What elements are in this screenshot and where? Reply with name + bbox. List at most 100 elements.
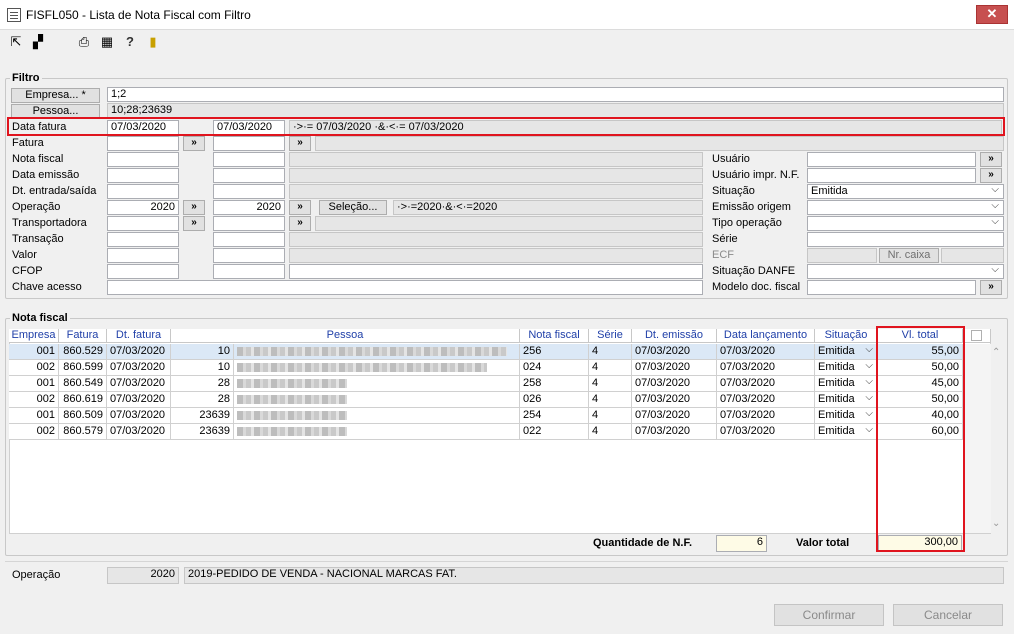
tipo-operacao-select[interactable]: [807, 216, 1004, 231]
cell-nota-fiscal[interactable]: 022: [520, 424, 589, 440]
scroll-down-arrow-icon[interactable]: ⌄: [992, 518, 1000, 529]
cell-dt-fatura[interactable]: 07/03/2020: [107, 344, 171, 360]
col-header-empresa[interactable]: Empresa: [9, 329, 59, 343]
cell-serie[interactable]: 4: [589, 360, 632, 376]
exit-icon[interactable]: ▮: [145, 34, 161, 50]
cell-data-lancamento[interactable]: 07/03/2020: [717, 344, 815, 360]
close-button[interactable]: ✕: [976, 5, 1008, 24]
col-header-select[interactable]: [963, 329, 991, 343]
transacao-to-input[interactable]: [213, 232, 285, 247]
cell-pessoa-code[interactable]: 23639: [171, 424, 234, 440]
table-row[interactable]: 001 860.549 07/03/2020 28 258 4 07/03/20…: [9, 376, 963, 392]
col-header-serie[interactable]: Série: [589, 329, 632, 343]
help-icon[interactable]: ?: [122, 34, 138, 50]
cell-data-lancamento[interactable]: 07/03/2020: [717, 360, 815, 376]
cell-serie[interactable]: 4: [589, 392, 632, 408]
table-row[interactable]: 001 860.509 07/03/2020 23639 254 4 07/03…: [9, 408, 963, 424]
cell-serie[interactable]: 4: [589, 408, 632, 424]
col-header-situacao[interactable]: Situação: [815, 329, 878, 343]
transportadora-from-input[interactable]: [107, 216, 179, 231]
emissao-origem-select[interactable]: [807, 200, 1004, 215]
cell-data-lancamento[interactable]: 07/03/2020: [717, 392, 815, 408]
cfop-to-input[interactable]: [213, 264, 285, 279]
table-row[interactable]: 001 860.529 07/03/2020 10 256 4 07/03/20…: [9, 344, 963, 360]
cell-dt-fatura[interactable]: 07/03/2020: [107, 376, 171, 392]
cell-fatura[interactable]: 860.599: [59, 360, 107, 376]
transportadora-to-arrow-button[interactable]: »: [289, 216, 311, 231]
cell-empresa[interactable]: 002: [9, 392, 59, 408]
table-row[interactable]: 002 860.599 07/03/2020 10 024 4 07/03/20…: [9, 360, 963, 376]
operacao-to-arrow-button[interactable]: »: [289, 200, 311, 215]
operacao-arrow-button[interactable]: »: [183, 200, 205, 215]
cell-pessoa-code[interactable]: 10: [171, 360, 234, 376]
fatura-from-input[interactable]: [107, 136, 179, 151]
col-header-dt-emissao[interactable]: Dt. emissão: [632, 329, 717, 343]
situacao-danfe-select[interactable]: [807, 264, 1004, 279]
grid-scrollbar[interactable]: [963, 344, 991, 533]
cell-nota-fiscal[interactable]: 254: [520, 408, 589, 424]
modelo-doc-arrow-button[interactable]: »: [980, 280, 1002, 295]
cell-dt-emissao[interactable]: 07/03/2020: [632, 392, 717, 408]
scroll-up-arrow-icon[interactable]: ⌃: [992, 347, 1000, 358]
cell-situacao-select[interactable]: Emitida: [815, 392, 878, 408]
cell-nota-fiscal[interactable]: 258: [520, 376, 589, 392]
empresa-button[interactable]: Empresa... *: [11, 88, 100, 103]
operacao-from-input[interactable]: 2020: [107, 200, 179, 215]
cell-dt-fatura[interactable]: 07/03/2020: [107, 424, 171, 440]
cell-nota-fiscal[interactable]: 024: [520, 360, 589, 376]
usuario-impr-input[interactable]: [807, 168, 976, 183]
usuario-input[interactable]: [807, 152, 976, 167]
chave-acesso-input[interactable]: [107, 280, 703, 295]
cfop-from-input[interactable]: [107, 264, 179, 279]
cell-data-lancamento[interactable]: 07/03/2020: [717, 424, 815, 440]
cell-empresa[interactable]: 001: [9, 376, 59, 392]
nota-fiscal-from-input[interactable]: [107, 152, 179, 167]
col-header-nota-fiscal[interactable]: Nota fiscal: [520, 329, 589, 343]
cell-dt-emissao[interactable]: 07/03/2020: [632, 344, 717, 360]
col-header-pessoa[interactable]: Pessoa: [171, 329, 520, 343]
cell-empresa[interactable]: 001: [9, 344, 59, 360]
cell-dt-emissao[interactable]: 07/03/2020: [632, 408, 717, 424]
col-header-fatura[interactable]: Fatura: [59, 329, 107, 343]
calendar-icon[interactable]: ▦: [99, 34, 115, 50]
cell-serie[interactable]: 4: [589, 344, 632, 360]
cell-fatura[interactable]: 860.579: [59, 424, 107, 440]
usuario-impr-arrow-button[interactable]: »: [980, 168, 1002, 183]
cell-fatura[interactable]: 860.549: [59, 376, 107, 392]
selecao-button[interactable]: Seleção...: [319, 200, 387, 215]
cell-dt-fatura[interactable]: 07/03/2020: [107, 392, 171, 408]
cell-situacao-select[interactable]: Emitida: [815, 344, 878, 360]
col-header-data-lancamento[interactable]: Data lançamento: [717, 329, 815, 343]
fatura-to-arrow-button[interactable]: »: [289, 136, 311, 151]
cell-empresa[interactable]: 001: [9, 408, 59, 424]
cell-dt-emissao[interactable]: 07/03/2020: [632, 424, 717, 440]
operacao-to-input[interactable]: 2020: [213, 200, 285, 215]
serie-input[interactable]: [807, 232, 1004, 247]
cell-fatura[interactable]: 860.509: [59, 408, 107, 424]
confirmar-button[interactable]: Confirmar: [774, 604, 884, 626]
cell-fatura[interactable]: 860.529: [59, 344, 107, 360]
col-header-dt-fatura[interactable]: Dt. fatura: [107, 329, 171, 343]
cell-data-lancamento[interactable]: 07/03/2020: [717, 376, 815, 392]
fatura-arrow-button[interactable]: »: [183, 136, 205, 151]
cell-empresa[interactable]: 002: [9, 424, 59, 440]
export-icon[interactable]: ⇱: [8, 34, 24, 50]
cell-pessoa-code[interactable]: 28: [171, 392, 234, 408]
situacao-select[interactable]: Emitida: [807, 184, 1004, 199]
cell-nota-fiscal[interactable]: 026: [520, 392, 589, 408]
data-emissao-from-input[interactable]: [107, 168, 179, 183]
valor-from-input[interactable]: [107, 248, 179, 263]
cell-empresa[interactable]: 002: [9, 360, 59, 376]
usuario-arrow-button[interactable]: »: [980, 152, 1002, 167]
transportadora-to-input[interactable]: [213, 216, 285, 231]
transacao-from-input[interactable]: [107, 232, 179, 247]
nota-fiscal-to-input[interactable]: [213, 152, 285, 167]
empresa-input[interactable]: 1;2: [107, 87, 1004, 102]
cell-serie[interactable]: 4: [589, 376, 632, 392]
table-row[interactable]: 002 860.579 07/03/2020 23639 022 4 07/03…: [9, 424, 963, 440]
copy-icon[interactable]: ▞: [30, 34, 46, 50]
dt-entrada-from-input[interactable]: [107, 184, 179, 199]
valor-to-input[interactable]: [213, 248, 285, 263]
cell-situacao-select[interactable]: Emitida: [815, 408, 878, 424]
cell-situacao-select[interactable]: Emitida: [815, 424, 878, 440]
